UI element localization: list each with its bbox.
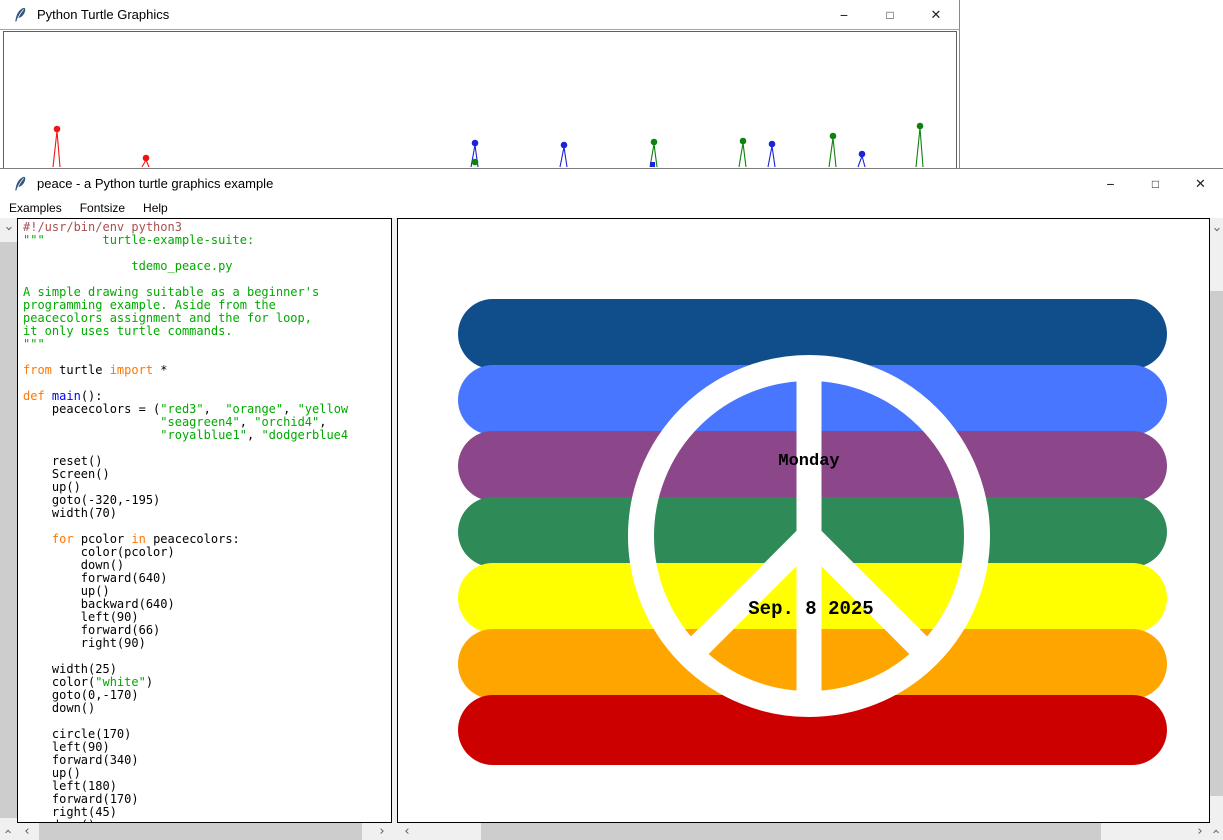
scroll-up-arrow-icon[interactable]: › bbox=[0, 218, 17, 238]
canvas-hscroll-thumb[interactable] bbox=[481, 823, 1101, 840]
menu-fontsize[interactable]: Fontsize bbox=[71, 199, 134, 217]
canvas-vertical-scrollbar[interactable]: › › bbox=[1210, 218, 1223, 840]
menu-help[interactable]: Help bbox=[134, 199, 177, 217]
canvas-vscroll-thumb[interactable] bbox=[1210, 291, 1223, 796]
demo-content: › › #!/usr/bin/env python3""" turtle-exa… bbox=[0, 218, 1223, 840]
peace-drawing: Monday Sep. 8 2025 bbox=[398, 219, 1209, 822]
tk-feather-icon bbox=[12, 7, 28, 23]
maximize-button[interactable]: □ bbox=[867, 0, 913, 29]
window1-title: Python Turtle Graphics bbox=[37, 7, 169, 22]
scroll-right-arrow-icon[interactable]: › bbox=[1190, 823, 1210, 840]
window2-controls: − □ ✕ bbox=[1088, 169, 1223, 198]
turtle-canvas-background bbox=[3, 31, 957, 170]
source-code-pane[interactable]: #!/usr/bin/env python3""" turtle-example… bbox=[17, 218, 392, 823]
menu-bar: Examples Fontsize Help bbox=[0, 198, 1223, 219]
source-code-text: #!/usr/bin/env python3""" turtle-example… bbox=[18, 219, 391, 823]
code-hscroll-thumb[interactable] bbox=[39, 823, 362, 840]
scroll-down-arrow-icon[interactable]: › bbox=[0, 823, 17, 840]
window2-titlebar[interactable]: peace - a Python turtle graphics example… bbox=[0, 169, 1223, 198]
code-vertical-scrollbar[interactable]: › › bbox=[0, 218, 17, 840]
peace-demo-window: peace - a Python turtle graphics example… bbox=[0, 168, 1223, 840]
code-vscroll-thumb[interactable] bbox=[0, 242, 17, 818]
scroll-right-arrow-icon[interactable]: › bbox=[372, 823, 392, 840]
tk-feather-icon bbox=[12, 176, 28, 192]
scroll-down-arrow-icon[interactable]: › bbox=[1210, 823, 1223, 840]
scroll-left-arrow-icon[interactable]: ‹ bbox=[397, 823, 417, 840]
turtle-text-label: Sep. 8 2025 bbox=[748, 598, 873, 620]
window1-titlebar[interactable]: Python Turtle Graphics − □ ✕ bbox=[0, 0, 959, 30]
scroll-left-arrow-icon[interactable]: ‹ bbox=[17, 823, 37, 840]
canvas-horizontal-scrollbar[interactable]: ‹ › bbox=[397, 823, 1210, 840]
turtle-graphics-window: Python Turtle Graphics − □ ✕ bbox=[0, 0, 960, 170]
turtle-canvas-pane: Monday Sep. 8 2025 bbox=[397, 218, 1210, 823]
turtle-text-label: Monday bbox=[778, 452, 839, 471]
close-button[interactable]: ✕ bbox=[913, 0, 959, 29]
window2-title: peace - a Python turtle graphics example bbox=[37, 176, 273, 191]
minimize-button[interactable]: − bbox=[1088, 169, 1133, 198]
minimize-button[interactable]: − bbox=[821, 0, 867, 29]
menu-examples[interactable]: Examples bbox=[0, 199, 71, 217]
close-button[interactable]: ✕ bbox=[1178, 169, 1223, 198]
maximize-button[interactable]: □ bbox=[1133, 169, 1178, 198]
code-horizontal-scrollbar[interactable]: ‹ › bbox=[17, 823, 392, 840]
window1-controls: − □ ✕ bbox=[821, 0, 959, 29]
scroll-up-arrow-icon[interactable]: › bbox=[1210, 218, 1223, 240]
